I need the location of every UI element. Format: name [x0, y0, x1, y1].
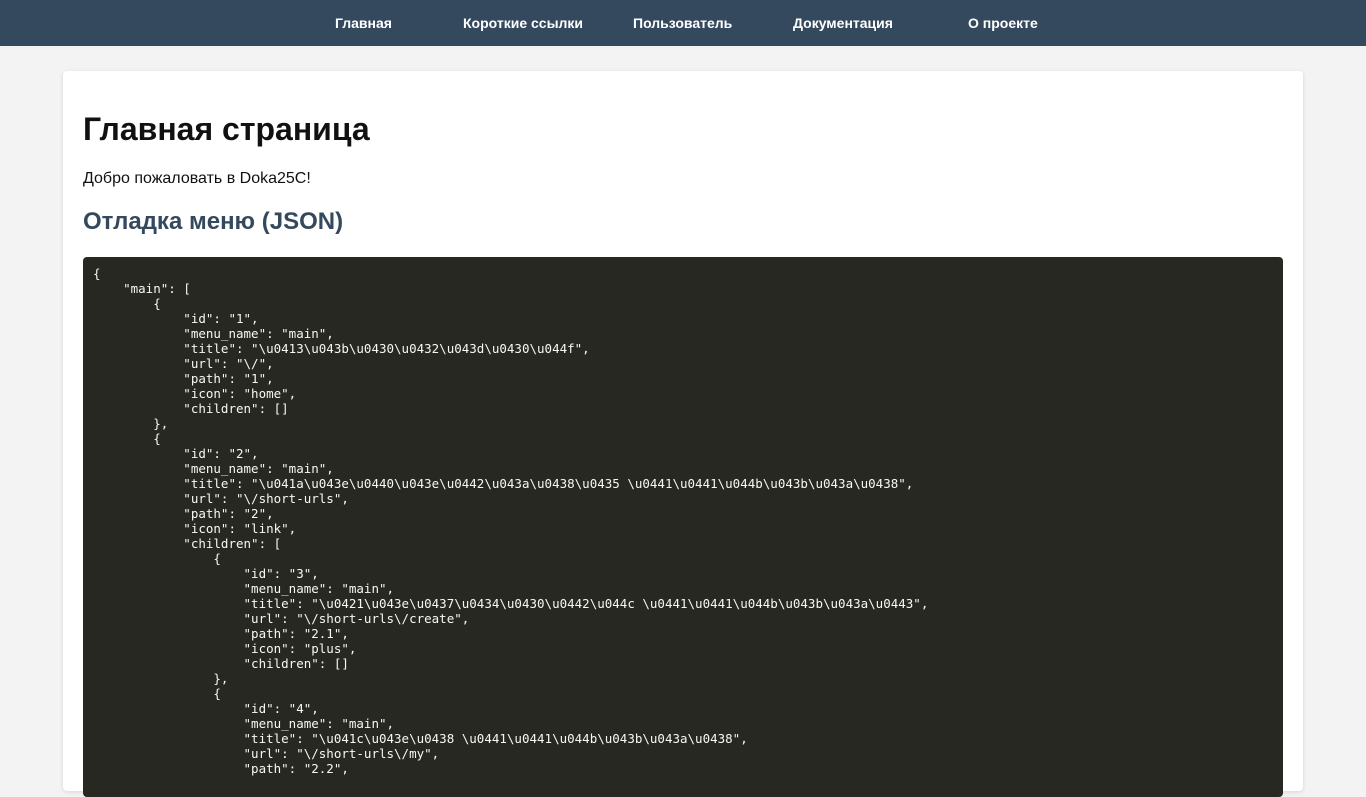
nav-item-home[interactable]: Главная — [335, 0, 392, 46]
nav-item-about[interactable]: О проекте — [968, 0, 1038, 46]
nav-item-user[interactable]: Пользователь — [633, 0, 732, 46]
json-code-block[interactable]: { "main": [ { "id": "1", "menu_name": "m… — [83, 257, 1283, 797]
debug-section-title: Отладка меню (JSON) — [83, 208, 344, 235]
top-navigation: Главная Короткие ссылки Пользователь Док… — [0, 0, 1366, 46]
welcome-text: Добро пожаловать в Doka25C! — [83, 170, 311, 187]
page-title: Главная страница — [83, 111, 370, 147]
nav-item-short-links[interactable]: Короткие ссылки — [463, 0, 583, 46]
json-code: { "main": [ { "id": "1", "menu_name": "m… — [93, 266, 929, 776]
nav-item-documentation[interactable]: Документация — [793, 0, 893, 46]
content-card: Главная страница Добро пожаловать в Doka… — [63, 71, 1303, 797]
